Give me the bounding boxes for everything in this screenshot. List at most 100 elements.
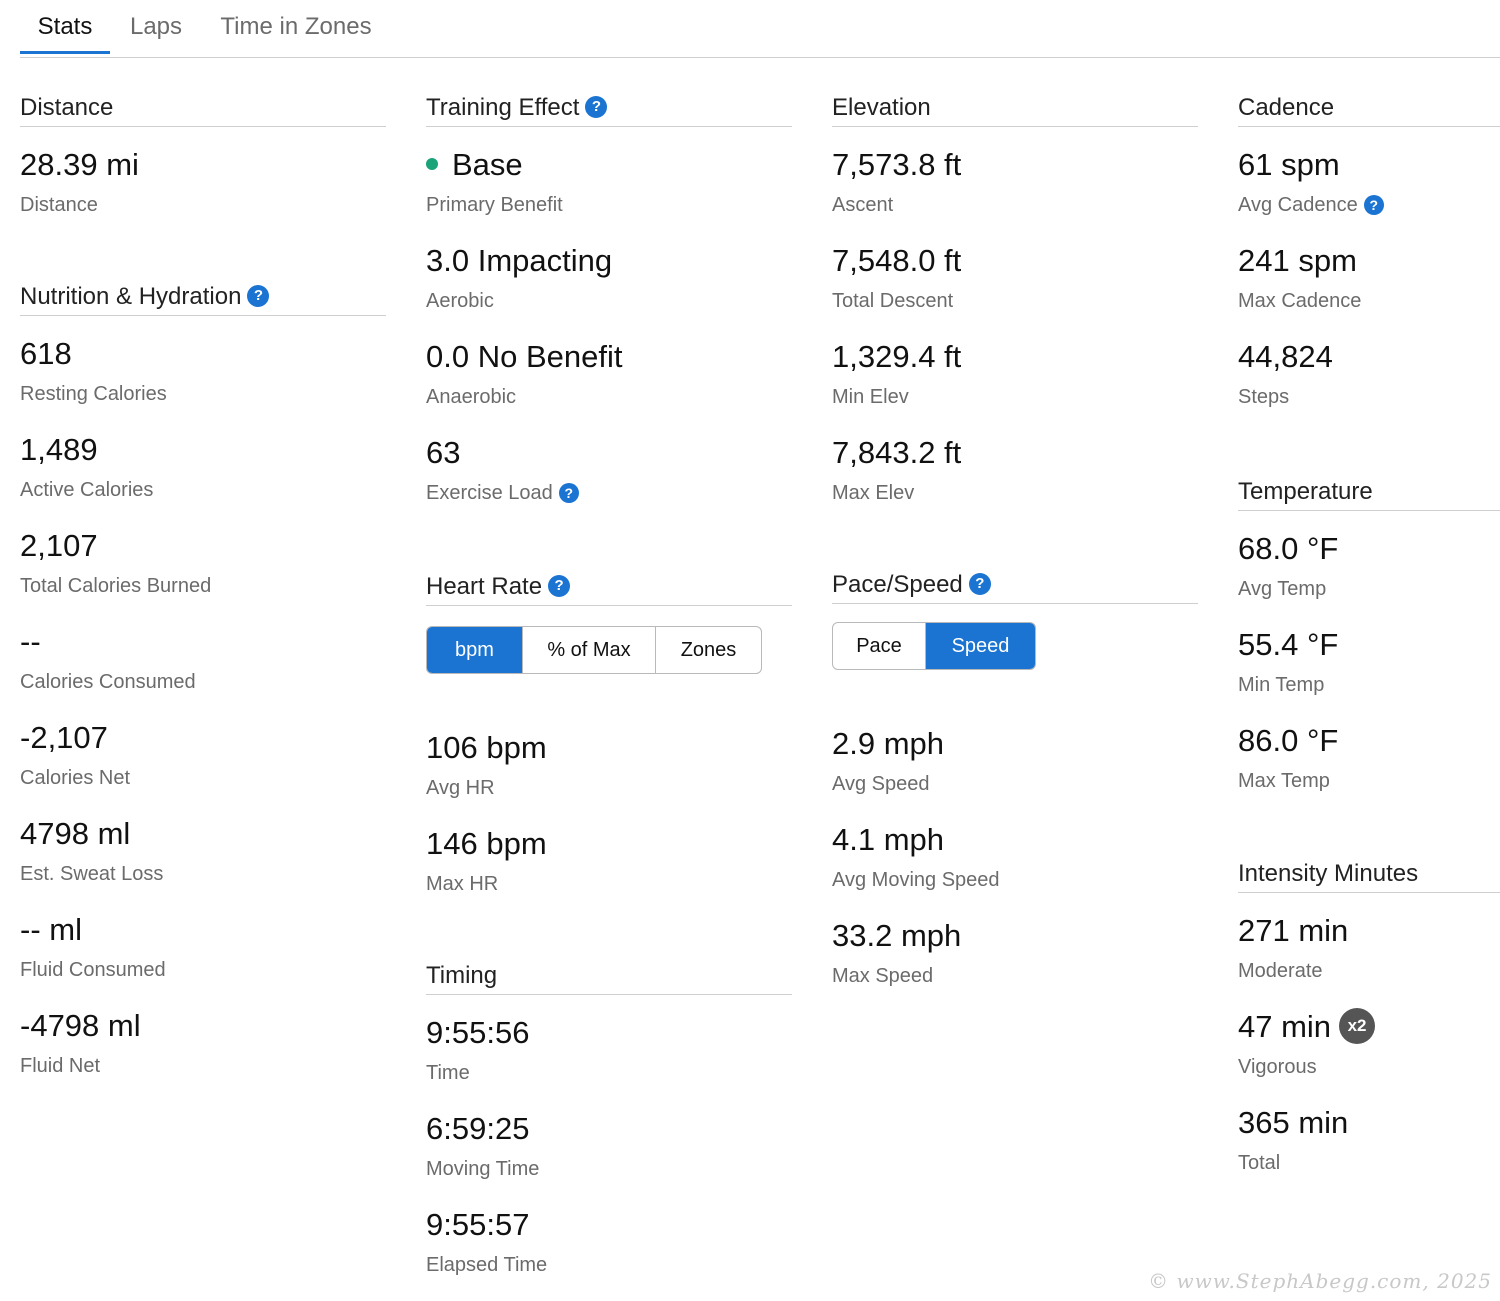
watermark: © www.StephAbegg.com, 2025 [1148,1269,1492,1293]
stat-value: 61 spm [1238,147,1340,182]
option-speed[interactable]: Speed [925,623,1035,669]
stat-exercise-load: 63 Exercise Load? [426,415,792,511]
option-percent-of-max[interactable]: % of Max [522,627,655,673]
stat-value: 2.9 mph [832,726,945,761]
stat-value: 86.0 °F [1238,723,1339,758]
stat-time: 9:55:56 Time [426,995,792,1091]
stat-label: Calories Consumed [20,671,196,693]
stat-label: Anaerobic [426,386,517,408]
stat-value: 365 min [1238,1105,1349,1140]
column-2: Training Effect? Base Primary Benefit 3.… [426,90,792,1283]
stat-label: Time [426,1062,470,1084]
help-icon[interactable]: ? [585,95,608,118]
status-dot-icon [426,157,438,170]
stat-label: Min Elev [832,386,909,408]
stat-value: 4.1 mph [832,822,945,857]
stat-value: 2,107 [20,528,98,563]
stat-vigorous-minutes: 47 min x2 Vigorous [1238,989,1500,1085]
stat-label: Max Cadence [1238,290,1362,312]
stat-fluid-consumed: -- ml Fluid Consumed [20,892,386,988]
stat-value: 55.4 °F [1238,627,1339,662]
stat-resting-calories: 618 Resting Calories [20,316,386,412]
stat-label: Moving Time [426,1158,540,1180]
cadence-section-title: Cadence [1238,90,1500,127]
stat-value: 3.0 Impacting [426,243,613,278]
stat-value: 0.0 No Benefit [426,339,623,374]
stat-value: 7,843.2 ft [832,435,962,470]
stat-sweat-loss: 4798 ml Est. Sweat Loss [20,796,386,892]
training-effect-section-title: Training Effect? [426,90,792,127]
option-zones[interactable]: Zones [655,627,761,673]
stat-value: -4798 ml [20,1008,141,1043]
heart-rate-section-title: Heart Rate? [426,569,792,606]
intensity-minutes-section-title: Intensity Minutes [1238,856,1500,893]
stat-anaerobic: 0.0 No Benefit Anaerobic [426,319,792,415]
stat-active-calories: 1,489 Active Calories [20,412,386,508]
stat-moderate-minutes: 271 min Moderate [1238,893,1500,989]
pace-speed-toggle: Pace Speed [832,622,1036,670]
tab-laps[interactable]: Laps [124,0,188,54]
tab-stats[interactable]: Stats [20,0,110,54]
stat-value: 1,489 [20,432,98,467]
column-4: Cadence 61 spm Avg Cadence? 241 spm Max … [1238,90,1500,1181]
stat-avg-hr: 106 bpm Avg HR [426,710,792,806]
stat-label: Ascent [832,194,894,216]
column-1: Distance 28.39 mi Distance Nutrition & H… [20,90,386,1084]
stat-fluid-net: -4798 ml Fluid Net [20,988,386,1084]
stat-max-hr: 146 bpm Max HR [426,806,792,902]
help-icon[interactable]: ? [968,572,991,595]
stat-value: 7,573.8 ft [832,147,962,182]
stat-total-descent: 7,548.0 ft Total Descent [832,223,1198,319]
stat-label: Max Speed [832,965,934,987]
stat-value: 47 min x2 [1238,1007,1376,1047]
help-icon[interactable]: ? [548,574,571,597]
stat-label: Vigorous [1238,1056,1317,1078]
help-icon[interactable]: ? [1363,194,1384,215]
help-icon[interactable]: ? [247,284,270,307]
stat-value: -- [20,624,41,659]
stat-label: Total Calories Burned [20,575,212,597]
stat-min-elev: 1,329.4 ft Min Elev [832,319,1198,415]
multiplier-badge: x2 [1339,1007,1376,1044]
stat-label: Fluid Consumed [20,959,166,981]
stat-value: 106 bpm [426,730,547,765]
stat-value: 33.2 mph [832,918,962,953]
stat-value: 1,329.4 ft [832,339,962,374]
stat-label: Max Temp [1238,770,1330,792]
stat-max-cadence: 241 spm Max Cadence [1238,223,1500,319]
temperature-section-title: Temperature [1238,474,1500,511]
option-bpm[interactable]: bpm [427,627,522,673]
stat-moving-time: 6:59:25 Moving Time [426,1091,792,1187]
stat-value: 63 [426,435,461,470]
stat-label: Min Temp [1238,674,1325,696]
pace-speed-section-title: Pace/Speed? [832,567,1198,604]
tab-time-in-zones[interactable]: Time in Zones [214,0,378,54]
stat-label: Total [1238,1152,1281,1174]
stat-value: 4798 ml [20,816,131,851]
stat-value: Base [426,147,523,183]
stat-distance: 28.39 mi Distance [20,127,386,223]
stat-max-temp: 86.0 °F Max Temp [1238,703,1500,799]
stat-value: 271 min [1238,913,1349,948]
stat-calories-net: -2,107 Calories Net [20,700,386,796]
stat-value: 68.0 °F [1238,531,1339,566]
timing-section-title: Timing [426,958,792,995]
stat-label: Resting Calories [20,383,167,405]
stat-value: 618 [20,336,72,371]
stat-value: 9:55:56 [426,1015,530,1050]
stat-value: -2,107 [20,720,108,755]
stat-label: Fluid Net [20,1055,101,1077]
nutrition-section-title: Nutrition & Hydration? [20,279,386,316]
stat-value: 146 bpm [426,826,547,861]
option-pace[interactable]: Pace [833,623,925,669]
stat-label: Exercise Load? [426,482,579,505]
stat-label: Elapsed Time [426,1254,548,1276]
stat-value: 9:55:57 [426,1207,530,1242]
help-icon[interactable]: ? [558,482,579,503]
stat-value: 6:59:25 [426,1111,530,1146]
stat-value: 44,824 [1238,339,1333,374]
stat-value: 28.39 mi [20,147,139,182]
stat-label: Primary Benefit [426,194,563,216]
stat-label: Steps [1238,386,1290,408]
stat-steps: 44,824 Steps [1238,319,1500,415]
